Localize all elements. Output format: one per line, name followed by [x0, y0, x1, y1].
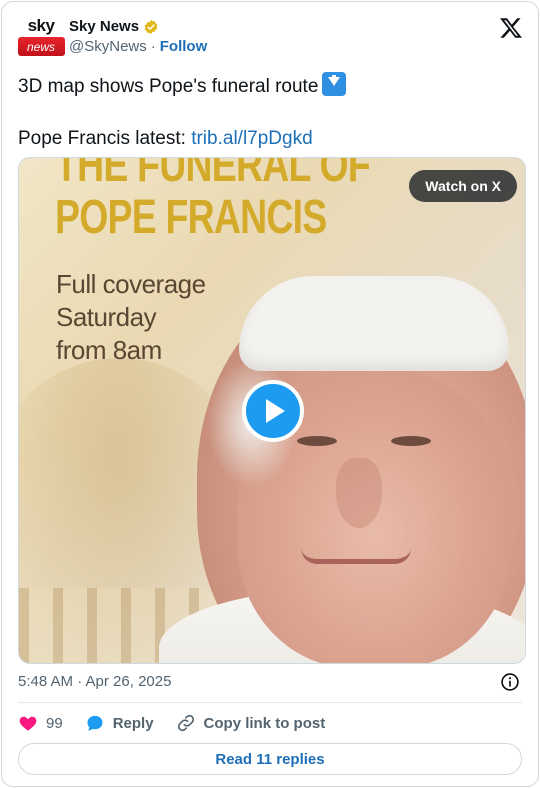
coverage-line-2: Saturday	[56, 302, 157, 332]
avatar-sky-text: sky	[27, 16, 55, 35]
reply-label: Reply	[112, 714, 154, 732]
pope-nose	[336, 458, 382, 528]
verified-badge-icon	[144, 19, 158, 34]
pope-eye-right	[391, 436, 431, 446]
heart-icon	[19, 716, 37, 731]
reply-bubble-icon	[87, 715, 103, 731]
handle-row: @SkyNews · Follow	[69, 38, 207, 55]
handle[interactable]: @SkyNews	[69, 38, 147, 55]
action-bar: 99 Reply Copy link to post	[18, 713, 347, 733]
link-icon	[177, 714, 194, 732]
tweet-timestamp[interactable]: 5:48 AM · Apr 26, 2025	[18, 673, 171, 690]
pope-eye-left	[297, 436, 337, 446]
avatar-news-text: news	[17, 37, 65, 56]
copy-link-button[interactable]: Copy link to post	[176, 713, 326, 733]
media-coverage-text: Full coverage Saturday from 8am	[56, 268, 206, 367]
tweet-text: 3D map shows Pope's funeral route Pope F…	[18, 72, 522, 152]
coverage-line-1: Full coverage	[56, 269, 206, 299]
tweet-spacer	[18, 100, 522, 126]
tweet-line-1: 3D map shows Pope's funeral route	[18, 72, 522, 100]
pope-zucchetto	[239, 276, 509, 371]
watch-on-x-button[interactable]: Watch on X	[409, 170, 517, 202]
coverage-line-3: from 8am	[56, 335, 162, 365]
likes-count: 99	[46, 714, 63, 732]
down-arrow-emoji-icon	[322, 72, 347, 96]
name-row: Sky News	[69, 18, 159, 35]
info-icon[interactable]	[500, 672, 520, 692]
tweet-header: sky news Sky News @SkyNews · Follow	[17, 14, 523, 64]
tweet-headline: 3D map shows Pope's funeral route	[18, 76, 319, 97]
x-logo-icon[interactable]	[499, 16, 523, 40]
tweet-card: sky news Sky News @SkyNews · Follow 3D m…	[1, 1, 539, 787]
display-name[interactable]: Sky News	[69, 18, 139, 35]
media-title-line-2: POPE FRANCIS	[55, 191, 327, 244]
read-replies-button[interactable]: Read 11 replies	[18, 743, 522, 775]
media-title-line-1: THE FUNERAL OF	[55, 157, 371, 192]
avatar[interactable]: sky news	[17, 14, 65, 62]
video-media[interactable]: THE FUNERAL OF POPE FRANCIS Full coverag…	[18, 157, 526, 664]
pope-mouth	[301, 548, 411, 564]
media-title: THE FUNERAL OF POPE FRANCIS	[55, 157, 371, 244]
reply-button[interactable]: Reply	[85, 713, 154, 733]
tweet-link[interactable]: trib.al/l7pDgkd	[191, 128, 312, 149]
play-icon[interactable]	[242, 380, 304, 442]
follow-link[interactable]: Follow	[160, 38, 208, 55]
divider	[18, 702, 522, 703]
copy-link-label: Copy link to post	[203, 714, 326, 732]
like-button[interactable]: 99	[18, 713, 63, 733]
handle-separator: ·	[150, 38, 156, 55]
tweet-line-2: Pope Francis latest: trib.al/l7pDgkd	[18, 126, 522, 152]
tweet-link-prefix: Pope Francis latest:	[18, 128, 186, 149]
